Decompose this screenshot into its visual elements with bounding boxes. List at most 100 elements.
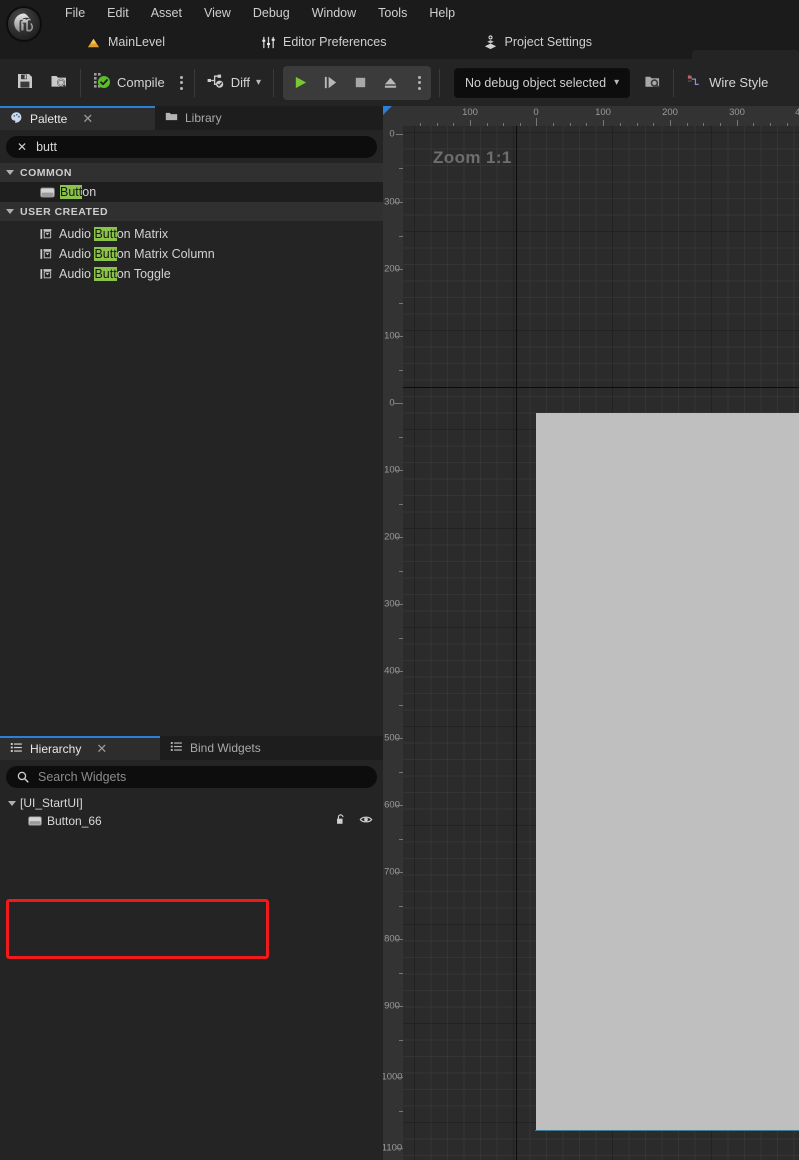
widget-preview-canvas[interactable] — [536, 413, 799, 1131]
close-icon[interactable]: ✕ — [82, 111, 93, 127]
shortcut-editor-preferences-label: Editor Preferences — [282, 35, 387, 49]
shortcut-project-settings-label: Project Settings — [504, 35, 593, 49]
designer-canvas[interactable]: 100 0 100 200 300 400 0 300 200 100 0 1 — [383, 106, 799, 1160]
wire-style-button[interactable]: Wire Style — [678, 66, 776, 100]
diff-button[interactable]: Diff ▾ — [199, 66, 269, 100]
palette-category-common: COMMON Button — [0, 163, 383, 202]
palette-search-wrap: ✕ butt — [0, 130, 383, 163]
menu-item-file[interactable]: File — [54, 3, 96, 23]
tab-hierarchy-label: Hierarchy — [30, 742, 82, 756]
step-button[interactable] — [316, 68, 346, 98]
toolbar-divider-3 — [272, 68, 274, 97]
category-common-label: COMMON — [20, 166, 72, 179]
hierarchy-search-placeholder: Search Widgets — [38, 770, 127, 784]
play-controls — [282, 65, 431, 100]
play-button[interactable] — [286, 68, 316, 98]
shortcut-editor-preferences[interactable]: Editor Preferences — [243, 25, 405, 59]
menu-item-debug[interactable]: Debug — [242, 3, 301, 23]
menu-item-tools[interactable]: Tools — [367, 3, 418, 23]
canvas-axis-horizontal — [403, 387, 799, 388]
tab-hierarchy[interactable]: Hierarchy ✕ — [0, 736, 160, 760]
menu-item-help[interactable]: Help — [418, 3, 466, 23]
hierarchy-icon — [10, 741, 23, 757]
ruler-h-label: 400 — [795, 107, 799, 118]
eye-icon[interactable] — [359, 813, 373, 829]
debug-browse-button[interactable] — [636, 66, 669, 100]
folder-icon — [165, 110, 178, 126]
hierarchy-tree: [UI_StartUI] Button_66 — [0, 793, 383, 829]
hierarchy-tab-row: Hierarchy ✕ Bind Widgets — [0, 736, 383, 760]
user-widget-icon — [40, 248, 54, 260]
chevron-down-icon — [6, 170, 14, 175]
palette-item-label: Audio Button Matrix — [59, 227, 169, 241]
save-button[interactable] — [8, 66, 42, 100]
close-icon[interactable]: ✕ — [17, 140, 27, 154]
category-header-common[interactable]: COMMON — [0, 163, 383, 182]
designer-grid[interactable]: Zoom 1:1 — [403, 126, 799, 1160]
menu-item-view[interactable]: View — [193, 3, 242, 23]
compile-button[interactable]: Compile — [85, 66, 173, 100]
chevron-down-icon[interactable] — [8, 800, 16, 806]
menu-item-edit[interactable]: Edit — [96, 3, 140, 23]
left-panel-column: Palette ✕ Library ✕ butt COMMON Button U… — [0, 106, 383, 1160]
tab-palette[interactable]: Palette ✕ — [0, 106, 155, 130]
eject-button[interactable] — [376, 68, 406, 98]
ruler-h-label: 200 — [662, 107, 678, 118]
horizontal-ruler[interactable]: 100 0 100 200 300 400 — [403, 106, 799, 126]
tree-item-root-label: [UI_StartUI] — [20, 796, 83, 810]
hierarchy-search-input[interactable]: Search Widgets — [6, 766, 377, 788]
vertical-ruler[interactable]: 0 300 200 100 0 100 200 300 400 500 600 … — [383, 126, 403, 1160]
palette-item-label: Button — [60, 185, 97, 199]
unreal-editor-window: File Edit Asset View Debug Window Tools … — [0, 0, 799, 1160]
palette-item-audio-button-matrix-column[interactable]: Audio Button Matrix Column — [0, 244, 383, 264]
ruler-h-label: 100 — [462, 107, 478, 118]
category-user-created-label: USER CREATED — [20, 205, 109, 218]
shortcut-project-settings[interactable]: Project Settings — [465, 25, 611, 59]
tab-library-label: Library — [185, 111, 222, 125]
palette-item-audio-button-toggle[interactable]: Audio Button Toggle — [0, 264, 383, 284]
stop-button[interactable] — [346, 68, 376, 98]
tab-bind-widgets-label: Bind Widgets — [190, 741, 261, 755]
category-header-user-created[interactable]: USER CREATED — [0, 202, 383, 221]
button-widget-icon — [40, 186, 55, 198]
palette-search-value: butt — [36, 140, 57, 154]
tree-item-root[interactable]: [UI_StartUI] — [0, 795, 383, 811]
palette-search-input[interactable]: ✕ butt — [6, 136, 377, 158]
toolbar-divider-2 — [193, 68, 195, 97]
close-icon[interactable]: ✕ — [96, 741, 107, 757]
button-widget-icon — [28, 816, 42, 826]
level-icon — [86, 35, 101, 50]
browse-asset-button[interactable] — [42, 66, 76, 100]
unreal-engine-logo-icon[interactable] — [6, 6, 42, 42]
menu-item-window[interactable]: Window — [301, 3, 367, 23]
tab-library[interactable]: Library — [155, 106, 232, 130]
compile-options-kebab-icon[interactable] — [173, 75, 190, 90]
debug-object-dropdown[interactable]: No debug object selected ▾ — [453, 67, 631, 98]
user-widget-icon — [40, 228, 54, 240]
diff-icon — [207, 72, 225, 93]
ruler-h-label: 100 — [595, 107, 611, 118]
eject-icon — [385, 77, 397, 88]
shortcut-mainlevel[interactable]: MainLevel — [68, 25, 183, 59]
compile-button-label: Compile — [117, 75, 165, 90]
tab-palette-label: Palette — [30, 112, 68, 126]
sliders-icon — [261, 35, 276, 50]
tree-item-button-66-label: Button_66 — [47, 814, 102, 828]
chevron-down-icon: ▾ — [614, 77, 620, 88]
ruler-origin-marker — [383, 106, 392, 115]
chevron-down-icon — [6, 209, 14, 214]
stop-icon — [356, 77, 366, 88]
palette-item-audio-button-matrix[interactable]: Audio Button Matrix — [0, 224, 383, 244]
search-icon — [17, 771, 29, 783]
canvas-axis-vertical — [516, 126, 517, 1160]
toolbar-divider-4 — [438, 68, 440, 97]
unlock-icon[interactable] — [335, 813, 347, 829]
palette-item-button[interactable]: Button — [0, 182, 383, 202]
title-bar: File Edit Asset View Debug Window Tools … — [0, 0, 799, 25]
shortcut-mainlevel-label: MainLevel — [108, 35, 165, 49]
tab-bind-widgets[interactable]: Bind Widgets — [160, 736, 271, 760]
tree-item-button-66[interactable]: Button_66 — [0, 813, 383, 829]
palette-item-label: Audio Button Toggle — [59, 267, 171, 281]
play-options-kebab-icon[interactable] — [411, 75, 428, 90]
menu-item-asset[interactable]: Asset — [140, 3, 193, 23]
